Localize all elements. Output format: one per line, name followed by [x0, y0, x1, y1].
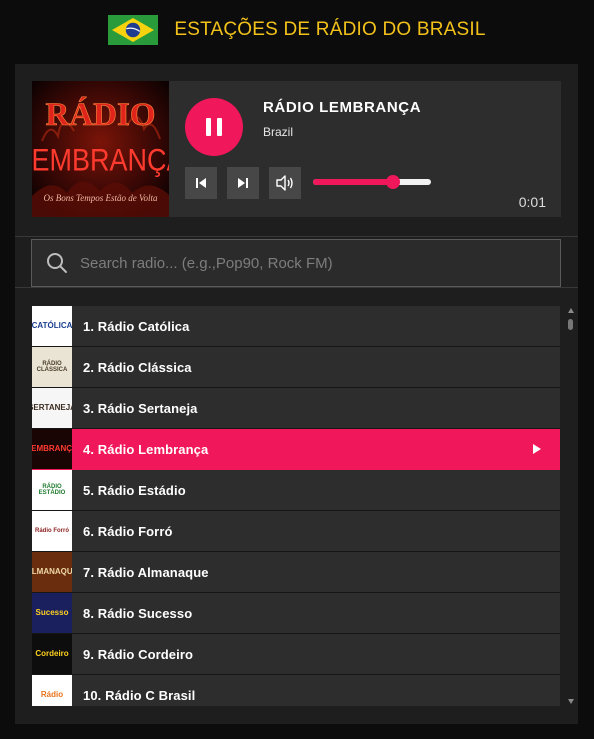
station-name: 1. Rádio Católica — [83, 318, 190, 334]
page-title: ESTAÇÕES DE RÁDIO DO BRASIL — [174, 19, 486, 40]
cover-line2: LEMBRANÇA — [32, 144, 169, 178]
station-row[interactable]: Rádio Forró 6. Rádio Forró — [32, 511, 560, 552]
station-name: 8. Rádio Sucesso — [83, 605, 193, 621]
station-row[interactable]: Rádio 10. Rádio C Brasil — [32, 675, 560, 706]
scroll-up-arrow-icon[interactable] — [568, 308, 574, 313]
now-playing-country: Brazil — [263, 125, 294, 139]
station-logo: RÁDIO CLÁSSICA — [32, 347, 72, 387]
station-name: 5. Rádio Estádio — [83, 482, 186, 498]
station-logo: RÁDIO ESTÁDIO — [32, 470, 72, 510]
station-list-scrollbar[interactable] — [565, 306, 576, 706]
station-logo: Rádio — [32, 675, 72, 706]
player-card: RÁDIO LEMBRANÇA Os Bons Tempos Estão de … — [32, 81, 561, 217]
station-name: 6. Rádio Forró — [83, 523, 173, 539]
mute-button[interactable] — [269, 167, 301, 199]
cover-tagline: Os Bons Tempos Estão de Volta — [44, 193, 158, 203]
station-list: CATÓLICA 1. Rádio Católica RÁDIO CLÁSSICA 2… — [32, 306, 560, 706]
volume-icon — [276, 175, 293, 191]
cover-line1: RÁDIO — [45, 96, 155, 133]
station-row[interactable]: CATÓLICA 1. Rádio Católica — [32, 306, 560, 347]
station-name: 7. Rádio Almanaque — [83, 564, 209, 580]
station-row[interactable]: RÁDIO CLÁSSICA 2. Rádio Clássica — [32, 347, 560, 388]
now-playing-title: RÁDIO LEMBRANÇA — [263, 99, 422, 116]
station-logo: Sucesso — [32, 593, 72, 633]
station-name: 3. Rádio Sertaneja — [83, 400, 198, 416]
station-row[interactable]: Cordeiro 9. Rádio Cordeiro — [32, 634, 560, 675]
station-logo: ALMANAQUE — [32, 552, 72, 592]
volume-slider-handle[interactable] — [386, 175, 401, 189]
station-logo: Rádio Forró — [32, 511, 72, 551]
station-name: 10. Rádio C Brasil — [83, 687, 196, 703]
station-name: 9. Rádio Cordeiro — [83, 646, 194, 662]
station-logo: LEMBRANÇA — [32, 429, 72, 469]
search-area — [15, 236, 578, 288]
play-pause-button[interactable] — [185, 98, 243, 156]
station-row[interactable]: LEMBRANÇA 4. Rádio Lembrança — [32, 429, 560, 470]
station-row[interactable]: ALMANAQUE 7. Rádio Almanaque — [32, 552, 560, 593]
station-row[interactable]: SERTANEJA 3. Rádio Sertaneja — [32, 388, 560, 429]
skip-next-icon — [238, 178, 248, 188]
station-row[interactable]: Sucesso 8. Rádio Sucesso — [32, 593, 560, 634]
station-name: 2. Rádio Clássica — [83, 359, 192, 375]
station-logo: Cordeiro — [32, 634, 72, 674]
play-arrow-icon — [533, 444, 541, 454]
radio-panel: RÁDIO LEMBRANÇA Os Bons Tempos Estão de … — [15, 64, 578, 724]
station-logo: SERTANEJA — [32, 388, 72, 428]
page-header: ESTAÇÕES DE RÁDIO DO BRASIL — [0, 0, 594, 60]
scrollbar-thumb[interactable] — [568, 319, 573, 330]
search-box — [31, 239, 561, 287]
scroll-down-arrow-icon[interactable] — [568, 699, 574, 704]
station-row[interactable]: RÁDIO ESTÁDIO 5. Rádio Estádio — [32, 470, 560, 511]
volume-slider[interactable] — [313, 174, 431, 190]
brazil-flag-icon — [108, 15, 159, 45]
station-logo: CATÓLICA — [32, 306, 72, 346]
station-name: 4. Rádio Lembrança — [83, 441, 209, 457]
search-input[interactable] — [80, 240, 560, 286]
skip-previous-icon — [196, 178, 206, 188]
next-button[interactable] — [227, 167, 259, 199]
playback-time: 0:01 — [518, 194, 546, 210]
previous-button[interactable] — [185, 167, 217, 199]
station-cover-image: RÁDIO LEMBRANÇA Os Bons Tempos Estão de … — [32, 81, 169, 217]
search-icon — [47, 253, 67, 273]
